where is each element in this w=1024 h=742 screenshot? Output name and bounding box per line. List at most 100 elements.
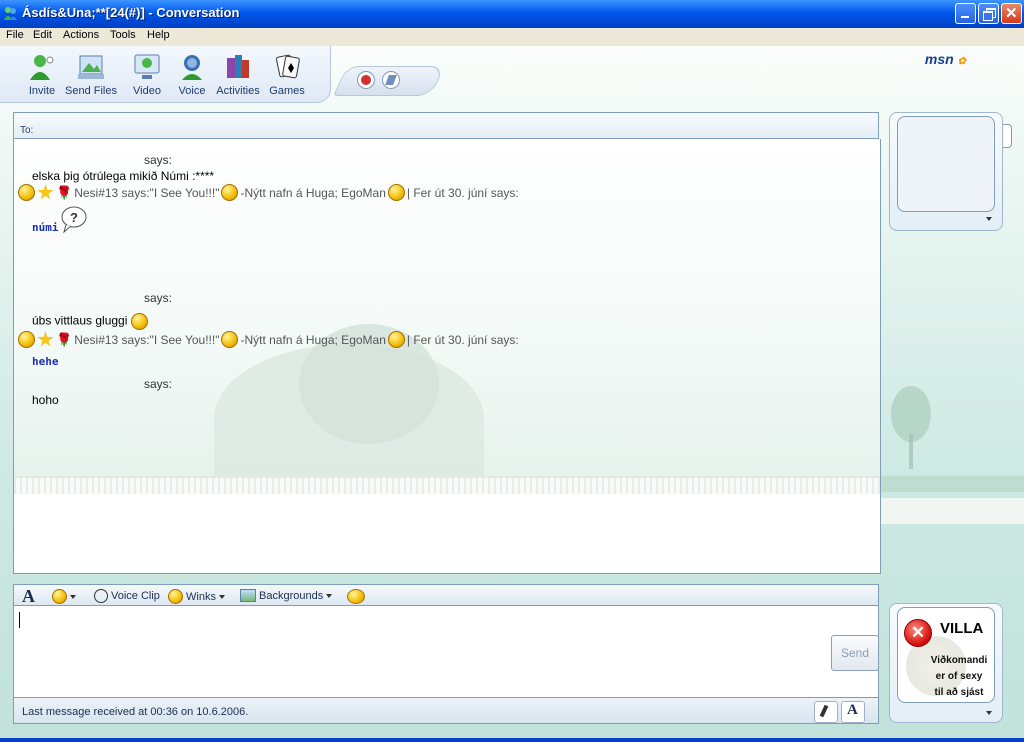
emoticon-button[interactable]: [52, 589, 76, 604]
block-button[interactable]: [357, 71, 375, 89]
menu-file[interactable]: File: [6, 29, 24, 41]
close-button[interactable]: ✕: [1001, 3, 1022, 24]
butterfly-icon: ✿: [957, 56, 966, 67]
message-input[interactable]: Send: [13, 606, 879, 698]
font-button[interactable]: A: [22, 586, 35, 607]
message-text-2: úbs vittlaus gluggi: [32, 313, 128, 328]
chevron-down-icon: [218, 594, 225, 599]
menu-bar: File Edit Actions Tools Help: [0, 28, 1024, 46]
compose-area: A Voice Clip Winks Backgrounds Send Last…: [13, 584, 881, 724]
send-button[interactable]: Send: [831, 635, 879, 671]
activities-icon: [227, 55, 249, 78]
smiley-icon: [52, 589, 67, 604]
fence-background: [14, 476, 880, 494]
window-title: Ásdís&Una;**[24(#)] - Conversation: [22, 5, 240, 20]
rose-icon: 🌹: [56, 184, 73, 200]
winks-label: Winks: [186, 590, 216, 603]
collapse-panel-button[interactable]: [1003, 124, 1012, 148]
wink-icon: [168, 589, 183, 604]
my-display-picture[interactable]: ✕ VILLA Viðkomandi er of sexy til að sjá…: [897, 607, 995, 703]
msn-logo-text: msn: [924, 51, 954, 67]
backgrounds-button[interactable]: Backgrounds: [240, 589, 333, 602]
games-label: Games: [269, 85, 305, 97]
says-label: says:: [144, 377, 173, 391]
invite-button[interactable]: Invite: [24, 52, 60, 97]
handwriting-button[interactable]: [814, 701, 838, 723]
minimize-button[interactable]: [955, 3, 976, 24]
conversation-history[interactable]: says: elska þig ótrúlega mikið Númi :***…: [13, 139, 881, 574]
glasses-smiley-icon: [387, 184, 405, 201]
says-label: says:: [144, 153, 173, 167]
speaker-icon: [94, 589, 108, 603]
type-icon: A: [847, 702, 858, 718]
signature-part-2: -Nýtt nafn á Huga; EgoMan: [240, 185, 386, 200]
message-text: elska þig ótrúlega mikið Númi :****: [32, 169, 215, 183]
tongue-smiley-icon: [130, 313, 148, 330]
my-display-picture-panel: ✕ VILLA Viðkomandi er of sexy til að sjá…: [889, 603, 1003, 723]
chevron-down-icon[interactable]: [986, 711, 992, 715]
villa-line-1: Viðkomandi: [930, 655, 988, 666]
ink-message: númi: [32, 221, 59, 234]
villa-line-2: er of sexy: [935, 671, 983, 682]
contact-display-picture[interactable]: [897, 116, 995, 212]
signature-line: 🌹 Nesi#13 says:"I See You!!!" -Nýtt nafn…: [18, 331, 519, 348]
rose-icon: 🌹: [56, 331, 73, 347]
close-icon: ✕: [1005, 5, 1018, 22]
villa-message: Viðkomandi er of sexy til að sjást: [928, 653, 990, 701]
background-color-button[interactable]: [382, 71, 400, 89]
menu-tools[interactable]: Tools: [110, 29, 136, 41]
menu-actions[interactable]: Actions: [63, 29, 99, 41]
block-icon: [361, 75, 371, 85]
send-files-button[interactable]: Send Files: [65, 52, 117, 97]
send-files-icon: [78, 55, 104, 79]
msn-buddy-icon: [4, 7, 17, 20]
glasses-smiley-icon: [387, 331, 405, 348]
chevron-down-icon: [326, 593, 333, 598]
conversation-window: Invite Send Files Video Voice Activities…: [0, 46, 1024, 738]
video-button[interactable]: Video: [128, 52, 166, 97]
games-button[interactable]: Games: [268, 52, 306, 97]
font-icon: A: [22, 586, 35, 606]
voice-clip-label: Voice Clip: [111, 590, 160, 602]
activities-label: Activities: [216, 85, 260, 97]
title-bar[interactable]: Ásdís&Una;**[24(#)] - Conversation ✕: [0, 0, 1024, 28]
voice-clip-button[interactable]: Voice Clip: [94, 589, 160, 603]
msn-logo: msn ✿: [925, 51, 966, 67]
message-text: hoho: [32, 393, 59, 407]
nudge-icon: [347, 589, 365, 604]
glasses-smiley-icon: [221, 331, 239, 348]
maximize-button[interactable]: [978, 3, 999, 24]
signature-part-2: -Nýtt nafn á Huga; EgoMan: [240, 332, 386, 347]
voice-button[interactable]: Voice: [175, 52, 209, 97]
star-icon: [37, 331, 54, 347]
menu-edit[interactable]: Edit: [33, 29, 52, 41]
winks-button[interactable]: Winks: [168, 589, 225, 604]
villa-line-3: til að sjást: [934, 687, 984, 698]
svg-text:?: ?: [70, 210, 78, 225]
menu-help[interactable]: Help: [147, 29, 170, 41]
voice-icon: [182, 55, 202, 80]
pen-icon: [819, 704, 829, 718]
tree-landscape: [881, 386, 1024, 524]
invite-label: Invite: [28, 85, 56, 97]
to-bar: To:: [13, 112, 879, 139]
activities-button[interactable]: Activities: [214, 52, 262, 97]
star-icon: [37, 184, 54, 200]
question-bubble-icon: ?: [61, 206, 87, 233]
status-text: Last message received at 00:36 on 10.6.2…: [22, 706, 249, 718]
message-text: úbs vittlaus gluggi: [32, 313, 148, 330]
chevron-down-icon[interactable]: [986, 217, 992, 221]
background-image-icon: [240, 589, 256, 602]
type-button[interactable]: A: [841, 701, 865, 723]
smiley-icon: [18, 184, 35, 201]
signature-part-1: Nesi#13 says:"I See You!!!": [74, 332, 220, 347]
signature-part-3: | Fer út 30. júní says:: [406, 185, 519, 200]
main-toolbar: Invite Send Files Video Voice Activities…: [0, 46, 331, 103]
send-files-label: Send Files: [65, 85, 117, 97]
status-bar: Last message received at 00:36 on 10.6.2…: [13, 698, 879, 724]
nudge-button[interactable]: [347, 589, 365, 604]
error-icon: ✕: [904, 619, 932, 647]
glasses-smiley-icon: [221, 184, 239, 201]
voice-label: Voice: [178, 85, 206, 97]
invite-icon: [30, 55, 54, 80]
